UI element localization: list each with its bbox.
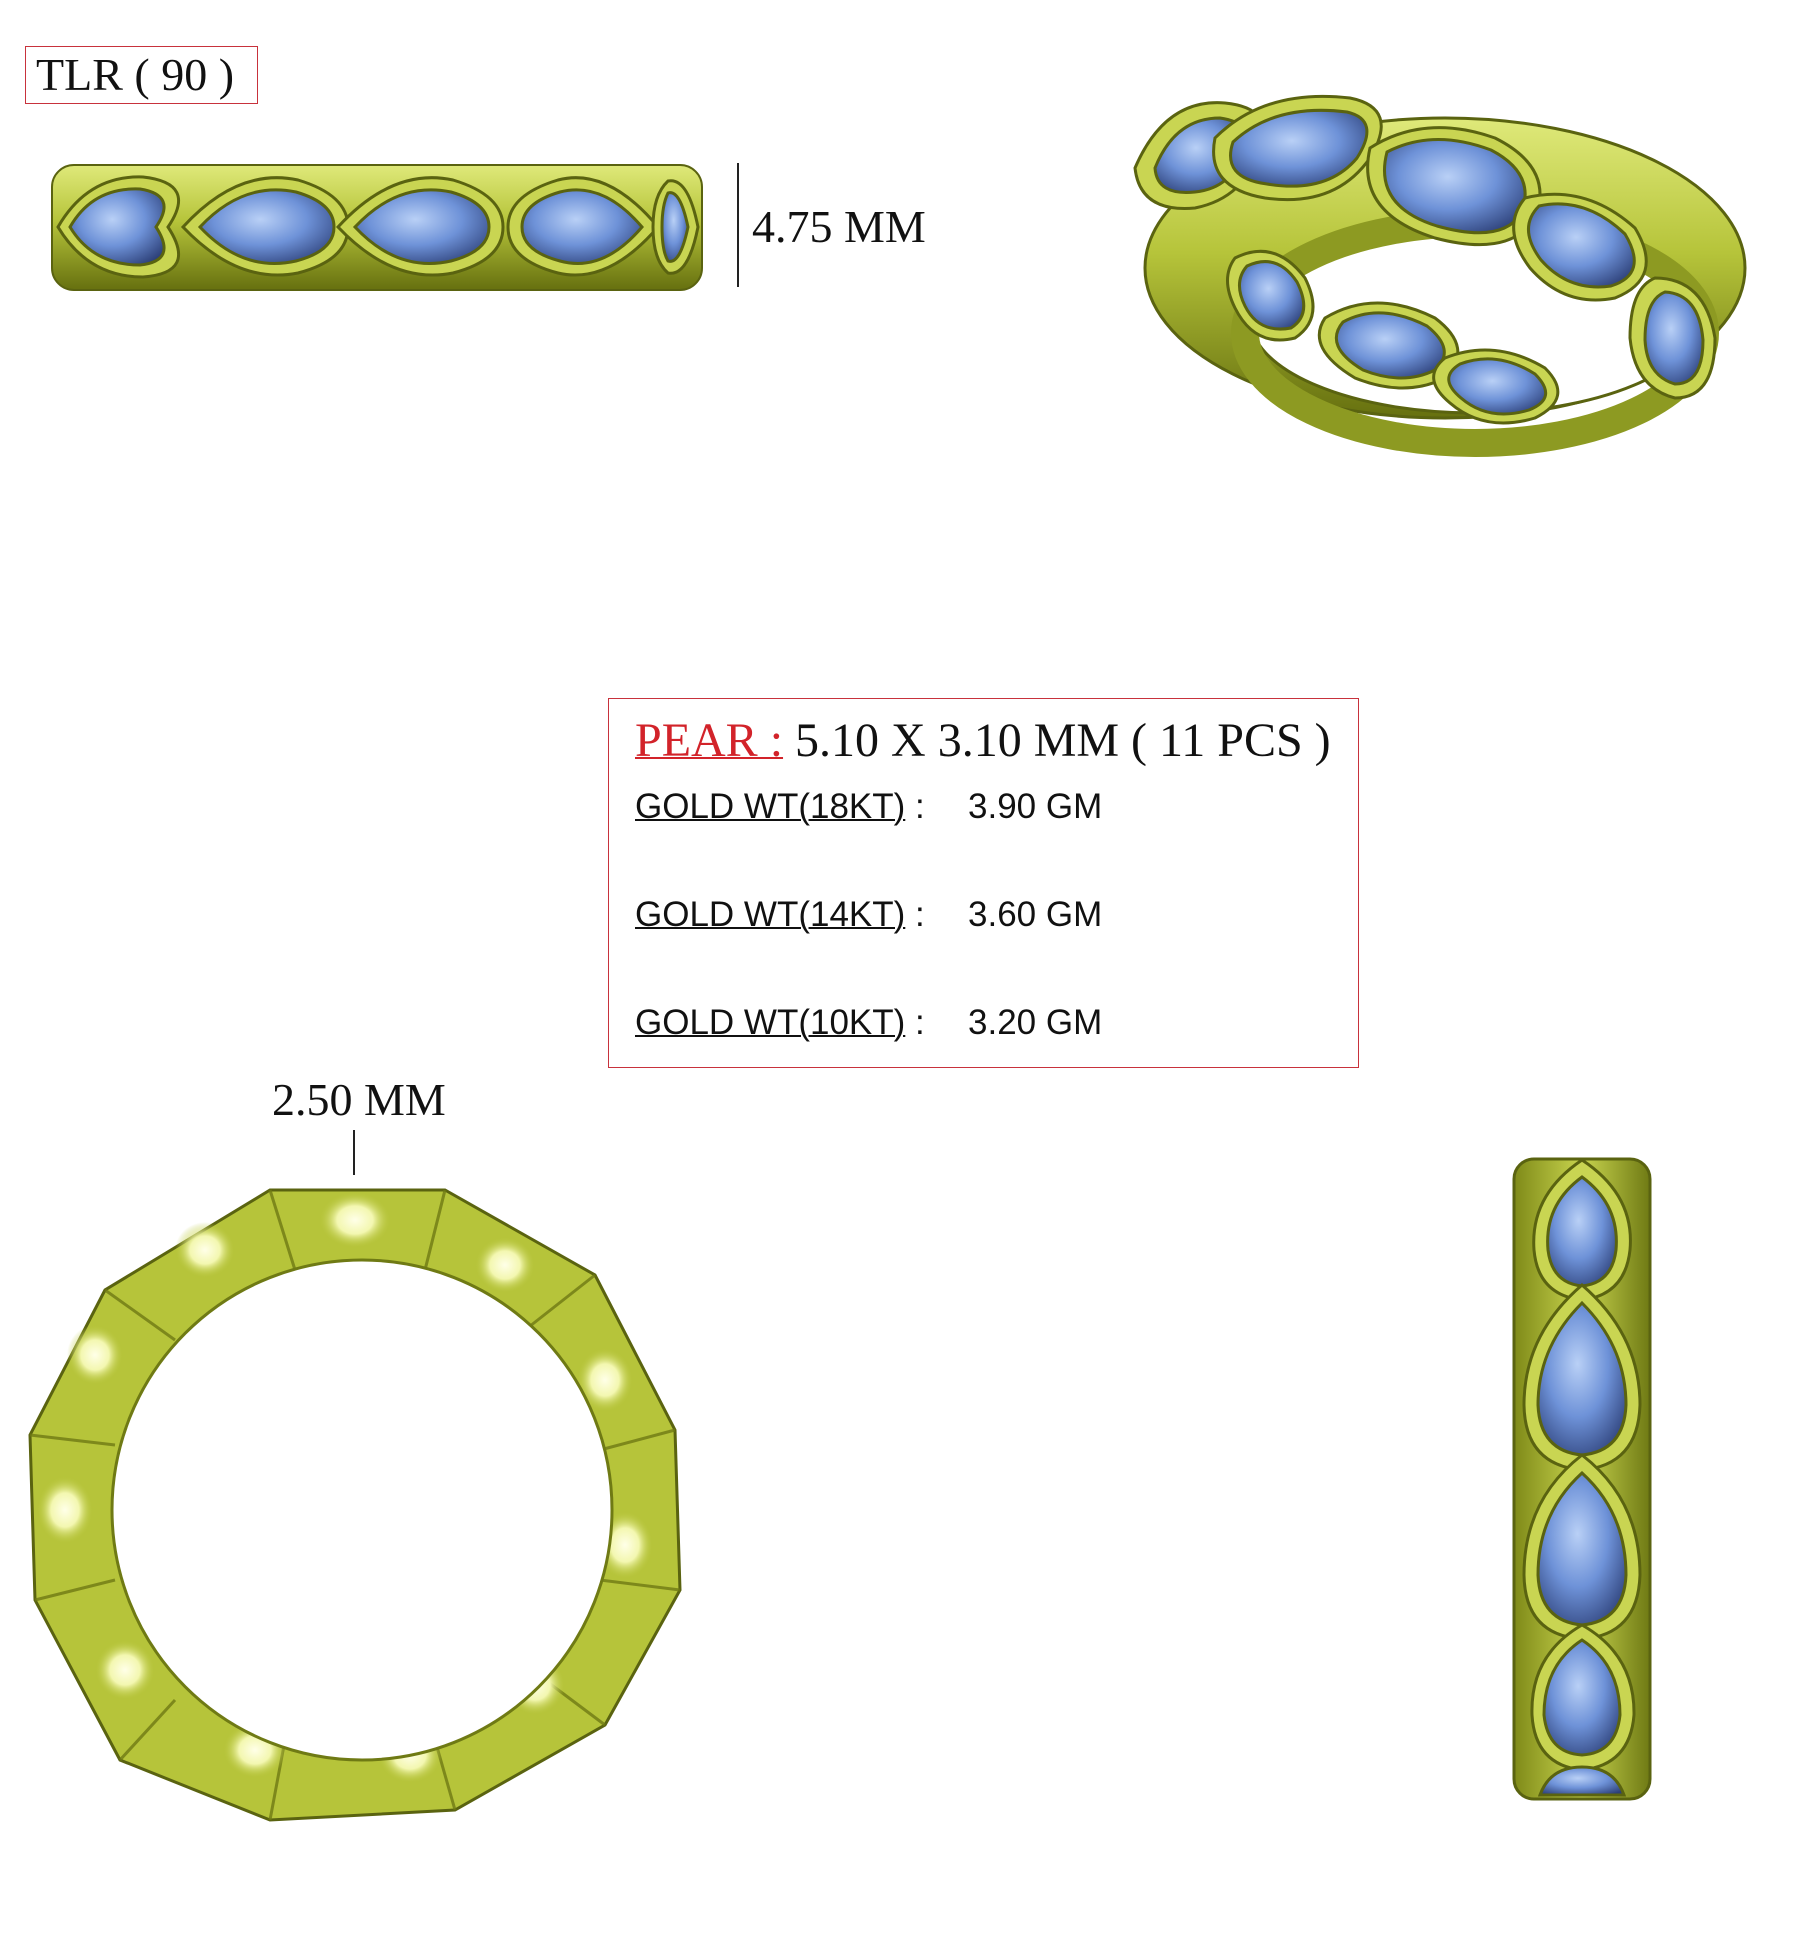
gold-weight-value: 3.60 GM [968,895,1103,934]
stone-shape-label: PEAR : [635,714,784,767]
gold-weight-label: GOLD WT(14KT) [635,895,906,934]
width-dimension: 2.50 MM [272,1074,446,1125]
ring-top-view [28,1188,682,1822]
gold-weight-separator: : [915,787,925,826]
width-dimension-line-top [353,1130,355,1175]
stone-spec: PEAR : 5.10 X 3.10 MM ( 11 PCS ) [635,713,1331,768]
height-dimension: 4.75 MM [752,201,926,252]
gold-weight-row: GOLD WT(10KT) : 3.20 GM [635,1003,1102,1043]
ring-side-view [51,164,703,291]
gold-weight-separator: : [915,895,925,934]
specification-box: PEAR : 5.10 X 3.10 MM ( 11 PCS ) GOLD WT… [608,698,1359,1068]
gold-weight-label: GOLD WT(18KT) [635,787,906,826]
gold-weight-row: GOLD WT(14KT) : 3.60 GM [635,895,1102,935]
ring-front-view [1512,1157,1652,1801]
ring-perspective-view [1133,94,1747,457]
gold-weight-value: 3.20 GM [968,1003,1103,1042]
height-dimension-line [737,163,739,287]
gold-weight-row: GOLD WT(18KT) : 3.90 GM [635,787,1102,827]
gold-weight-value: 3.90 GM [968,787,1103,826]
gold-weight-label: GOLD WT(10KT) [635,1003,906,1042]
stone-size-count: 5.10 X 3.10 MM ( 11 PCS ) [795,714,1331,767]
design-code-box: TLR ( 90 ) [25,46,258,104]
gold-weight-separator: : [915,1003,925,1042]
design-code: TLR ( 90 ) [36,49,235,100]
